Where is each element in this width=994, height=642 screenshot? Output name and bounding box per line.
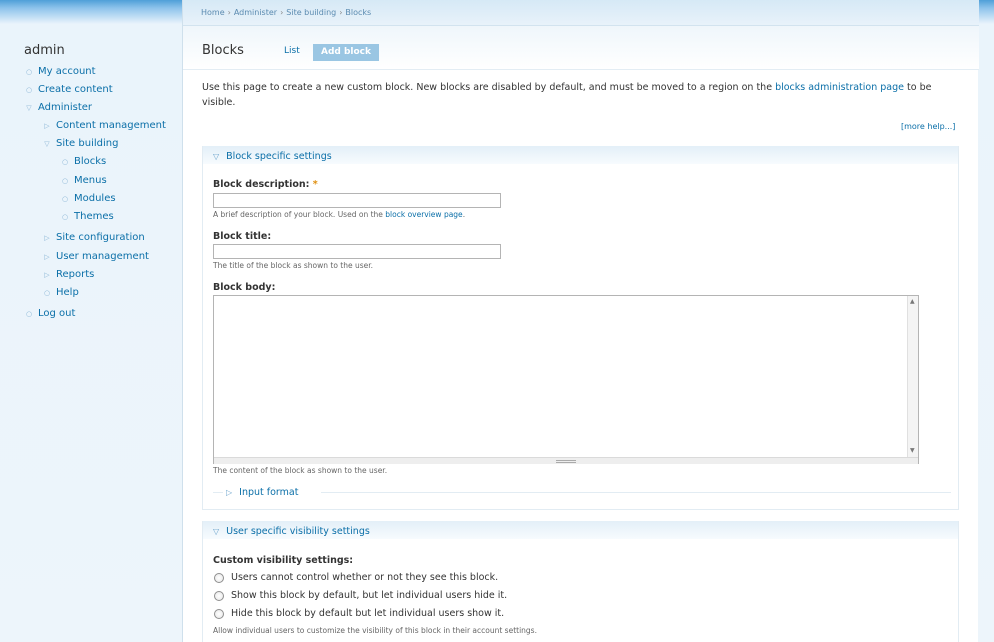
- sidebar-item-label[interactable]: My account: [38, 66, 96, 77]
- sidebar-item-content-management[interactable]: ▷ Content management: [42, 120, 166, 131]
- block-body-label: Block body:: [213, 282, 276, 293]
- sidebar-item-label[interactable]: Themes: [74, 211, 114, 222]
- sidebar-item-label[interactable]: User management: [56, 251, 149, 262]
- block-title-help: The title of the block as shown to the u…: [213, 261, 374, 270]
- collapsed-icon: ▷: [44, 270, 50, 279]
- bullet-icon: ○: [25, 67, 33, 76]
- visibility-option-no-control[interactable]: Users cannot control whether or not they…: [214, 572, 498, 583]
- sidebar-item-label[interactable]: Site configuration: [56, 232, 145, 243]
- sidebar-item-menus[interactable]: ○ Menus: [60, 175, 107, 186]
- tab-add-block[interactable]: Add block: [313, 44, 379, 61]
- block-title-input[interactable]: [213, 244, 501, 259]
- collapsed-icon: ▷: [226, 488, 233, 497]
- breadcrumb-site-building[interactable]: Site building: [286, 8, 336, 17]
- block-description-label: Block description: *: [213, 179, 318, 190]
- collapsed-icon: ▷: [44, 233, 50, 242]
- block-overview-link[interactable]: block overview page: [385, 210, 462, 219]
- sidebar-username: admin: [24, 43, 65, 58]
- expanded-icon: ▽: [26, 103, 32, 112]
- sidebar-item-help[interactable]: ○ Help: [42, 287, 79, 298]
- sidebar-item-themes[interactable]: ○ Themes: [60, 211, 114, 222]
- sidebar-item-create-content[interactable]: ○ Create content: [24, 84, 113, 95]
- more-help-link[interactable]: [more help...]: [901, 122, 955, 131]
- expanded-icon: ▽: [213, 152, 220, 161]
- sidebar-item-modules[interactable]: ○ Modules: [60, 193, 116, 204]
- sidebar-item-label[interactable]: Content management: [56, 120, 166, 131]
- sidebar-background: [0, 0, 182, 642]
- blocks-administration-link[interactable]: blocks administration page: [775, 82, 904, 93]
- bullet-icon: ○: [61, 212, 69, 221]
- sidebar-item-label[interactable]: Modules: [74, 193, 116, 204]
- bullet-icon: ○: [61, 157, 69, 166]
- breadcrumb-blocks[interactable]: Blocks: [345, 8, 371, 17]
- tab-list[interactable]: List: [284, 46, 300, 56]
- sidebar-item-blocks[interactable]: ○ Blocks: [60, 156, 106, 167]
- block-settings-fieldset: ▽ Block specific settings Block descripti…: [202, 146, 959, 510]
- title-bar: Blocks List Add block: [183, 26, 979, 70]
- sidebar-item-label[interactable]: Menus: [74, 175, 107, 186]
- custom-visibility-label: Custom visibility settings:: [213, 555, 354, 566]
- sidebar-item-site-configuration[interactable]: ▷ Site configuration: [42, 232, 145, 243]
- scroll-down-icon[interactable]: ▼: [910, 447, 915, 454]
- intro-text: Use this page to create a new custom blo…: [202, 82, 932, 108]
- sidebar-item-label[interactable]: Site building: [56, 138, 118, 149]
- sidebar-item-label[interactable]: Reports: [56, 269, 94, 280]
- textarea-scrollbar[interactable]: ▲ ▼: [907, 296, 918, 457]
- visibility-help: Allow individual users to customize the …: [213, 626, 537, 635]
- radio-button[interactable]: [214, 590, 224, 601]
- sidebar-item-label[interactable]: Create content: [38, 84, 113, 95]
- right-margin-background: [978, 0, 994, 642]
- textarea-resize-grip[interactable]: [214, 457, 918, 464]
- sidebar-item-reports[interactable]: ▷ Reports: [42, 269, 94, 280]
- sidebar-item-my-account[interactable]: ○ My account: [24, 66, 96, 77]
- radio-button[interactable]: [214, 608, 224, 619]
- block-body-help: The content of the block as shown to the…: [213, 466, 388, 475]
- block-title-label: Block title:: [213, 231, 272, 242]
- sidebar-item-log-out[interactable]: ○ Log out: [24, 308, 75, 319]
- visibility-settings-fieldset: ▽ User specific visibility settings Custo…: [202, 521, 959, 642]
- sidebar-item-site-building[interactable]: ▽ Site building: [42, 138, 118, 149]
- bullet-icon: ○: [61, 194, 69, 203]
- sidebar-item-label[interactable]: Help: [56, 287, 79, 298]
- main-content: Home › Administer › Site building › Blocks Blo…: [182, 0, 979, 642]
- sidebar-item-label[interactable]: Administer: [38, 102, 92, 113]
- collapsed-icon: ▷: [44, 121, 50, 130]
- bullet-icon: ○: [25, 309, 33, 318]
- visibility-option-hide-default[interactable]: Hide this block by default but let indiv…: [214, 608, 504, 619]
- radio-button[interactable]: [214, 572, 224, 583]
- breadcrumb-home[interactable]: Home: [201, 8, 225, 17]
- bullet-icon: ○: [43, 288, 51, 297]
- bullet-icon: ○: [25, 85, 33, 94]
- sidebar-item-administer[interactable]: ▽ Administer: [24, 102, 92, 113]
- block-description-help: A brief description of your block. Used …: [213, 210, 466, 219]
- visibility-option-show-default[interactable]: Show this block by default, but let indi…: [214, 590, 507, 601]
- required-marker: *: [312, 179, 318, 190]
- collapsed-icon: ▷: [44, 252, 50, 261]
- sidebar-item-label[interactable]: Blocks: [74, 156, 106, 167]
- block-settings-legend[interactable]: ▽ Block specific settings: [213, 151, 332, 162]
- block-body-textarea[interactable]: ▲ ▼: [213, 295, 919, 464]
- scroll-up-icon[interactable]: ▲: [910, 298, 915, 305]
- sidebar-item-label[interactable]: Log out: [38, 308, 75, 319]
- block-description-input[interactable]: [213, 193, 501, 208]
- visibility-settings-legend[interactable]: ▽ User specific visibility settings: [213, 526, 370, 537]
- sidebar-item-user-management[interactable]: ▷ User management: [42, 251, 149, 262]
- bullet-icon: ○: [61, 176, 69, 185]
- breadcrumb: Home › Administer › Site building › Blocks: [183, 0, 979, 26]
- expanded-icon: ▽: [213, 527, 220, 536]
- page-title: Blocks: [202, 43, 244, 58]
- expanded-icon: ▽: [44, 139, 50, 148]
- breadcrumb-administer[interactable]: Administer: [234, 8, 277, 17]
- input-format-legend[interactable]: ▷ Input format: [226, 487, 298, 498]
